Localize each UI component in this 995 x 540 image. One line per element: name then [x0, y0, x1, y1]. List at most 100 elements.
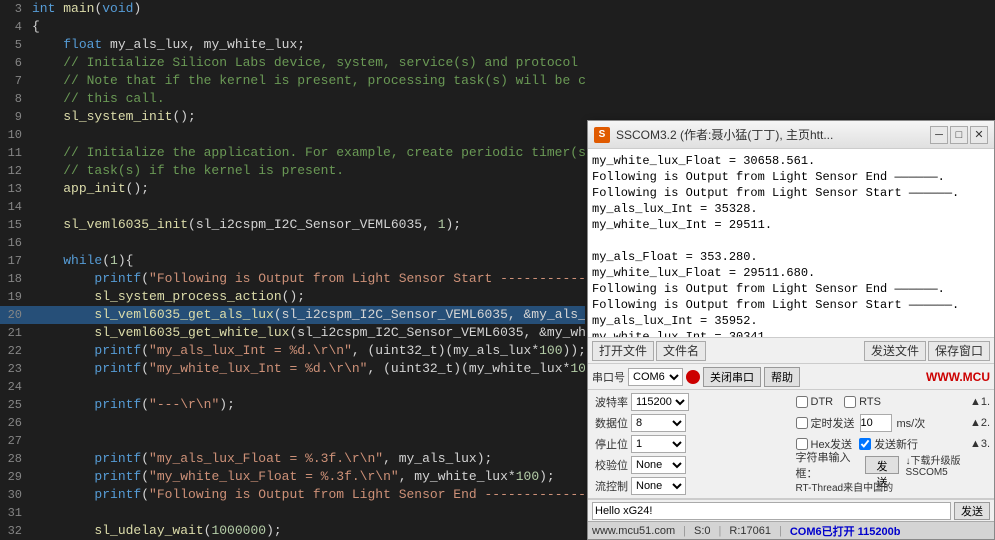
parity-select[interactable]: None — [631, 456, 686, 474]
serial-output-line: my_als_lux_Int = 35328. — [592, 201, 990, 217]
rtthread-label: RT-Thread来自中国的 — [796, 479, 894, 494]
send-file-button[interactable]: 发送文件 — [864, 341, 926, 361]
line-content: sl_system_init(); — [28, 108, 585, 126]
file-name-button[interactable]: 文件名 — [656, 341, 706, 361]
charframe-row: 字符串输入框： 发送 ↓下载升级版SSCOM5 — [796, 455, 991, 475]
stop-select[interactable]: 1 — [631, 435, 686, 453]
timer-input[interactable] — [860, 414, 892, 432]
serial-output-line: my_white_lux_Int = 29511. — [592, 217, 990, 233]
line-number: 8 — [0, 90, 28, 108]
line-number: 9 — [0, 108, 28, 126]
code-line: 15 sl_veml6035_init(sl_i2cspm_I2C_Sensor… — [0, 216, 585, 234]
line-content: while(1){ — [28, 252, 585, 270]
close-port-button[interactable]: 关闭串口 — [703, 367, 761, 387]
stop-label: 停止位 — [592, 436, 628, 452]
serial-output-line: Following is Output from Light Sensor St… — [592, 297, 990, 313]
line-number: 19 — [0, 288, 28, 306]
line-number: 17 — [0, 252, 28, 270]
line-number: 24 — [0, 378, 28, 396]
serial-output[interactable]: my_white_lux_Float = 30658.561. Following… — [588, 149, 994, 338]
code-line: 17 while(1){ — [0, 252, 585, 270]
help-button[interactable]: 帮助 — [764, 367, 800, 387]
serial-output-line: my_white_lux_Float = 30658.561. — [592, 153, 990, 169]
rtthread-row: RT-Thread来自中国的 — [796, 476, 991, 496]
status-s: S:0 — [694, 525, 711, 537]
line-number: 21 — [0, 324, 28, 342]
line-content: printf("---\r\n"); — [28, 396, 585, 414]
code-line: 23 printf("my_white_lux_Int = %d.\r\n", … — [0, 360, 585, 378]
line-number: 3 — [0, 0, 28, 18]
status-sep-2: | — [719, 525, 722, 537]
status-url: www.mcu51.com — [592, 525, 675, 537]
line-number: 15 — [0, 216, 28, 234]
restore-button[interactable]: □ — [950, 126, 968, 144]
line-content: // Initialize Silicon Labs device, syste… — [28, 54, 585, 72]
line-content: printf("my_als_lux_Float = %.3f.\r\n", m… — [28, 450, 585, 468]
status-indicator — [686, 370, 700, 384]
code-line: 22 printf("my_als_lux_Int = %d.\r\n", (u… — [0, 342, 585, 360]
data-select[interactable]: 8 — [631, 414, 686, 432]
open-file-button[interactable]: 打开文件 — [592, 341, 654, 361]
code-line: 10 — [0, 126, 585, 144]
serial-output-line: Following is Output from Light Sensor St… — [592, 185, 990, 201]
timer-unit: ms/次 — [897, 415, 926, 431]
minimize-button[interactable]: ─ — [930, 126, 948, 144]
timer-checkbox[interactable] — [796, 417, 808, 429]
line-content: // Initialize the application. For examp… — [28, 144, 585, 162]
serial-output-line — [592, 233, 990, 249]
code-line: 5 float my_als_lux, my_white_lux; — [0, 36, 585, 54]
status-sep-1: | — [683, 525, 686, 537]
line-content: // this call. — [28, 90, 585, 108]
code-line: 18 printf("Following is Output from Ligh… — [0, 270, 585, 288]
rts-checkbox[interactable] — [844, 396, 856, 408]
dtr-row: DTR RTS ▲1. — [796, 392, 991, 412]
timer-row: 定时发送 ms/次 ▲2. — [796, 413, 991, 433]
data-row: 数据位 8 — [592, 413, 791, 433]
save-window-button[interactable]: 保存窗口 — [928, 341, 990, 361]
close-button[interactable]: ✕ — [970, 126, 988, 144]
code-editor: 3int main(void)4{5 float my_als_lux, my_… — [0, 0, 585, 540]
right-panel-1: ▲1. — [970, 396, 990, 408]
line-content — [28, 234, 585, 252]
char-send-button[interactable]: 发送 — [865, 456, 898, 474]
stop-row: 停止位 1 — [592, 434, 791, 454]
com-status: COM6已打开 115200b — [790, 523, 901, 539]
dtr-checkbox[interactable] — [796, 396, 808, 408]
code-line: 6 // Initialize Silicon Labs device, sys… — [0, 54, 585, 72]
serial-icon: S — [594, 127, 610, 143]
code-line: 21 sl_veml6035_get_white_lux(sl_i2cspm_I… — [0, 324, 585, 342]
status-r: R:17061 — [729, 525, 771, 537]
serial-input-field[interactable] — [592, 502, 951, 520]
line-number: 13 — [0, 180, 28, 198]
line-content: { — [28, 18, 585, 36]
port-select[interactable]: COM6 — [628, 368, 683, 386]
line-content: // Note that if the kernel is present, p… — [28, 72, 585, 90]
code-line: 8 // this call. — [0, 90, 585, 108]
serial-output-line: my_white_lux_Float = 29511.680. — [592, 265, 990, 281]
line-content: sl_veml6035_init(sl_i2cspm_I2C_Sensor_VE… — [28, 216, 585, 234]
serial-input-row: 发送 — [588, 499, 994, 521]
line-content: sl_system_process_action(); — [28, 288, 585, 306]
flow-label: 流控制 — [592, 478, 628, 494]
line-number: 11 — [0, 144, 28, 162]
line-number: 30 — [0, 486, 28, 504]
upgrade-label: ↓下载升级版SSCOM5 — [906, 452, 990, 478]
status-sep-3: | — [779, 525, 782, 537]
serial-monitor-window: S SSCOM3.2 (作者:聂小猛(丁丁), 主页htt... ─ □ ✕ m… — [587, 120, 995, 540]
line-content: printf("Following is Output from Light S… — [28, 486, 585, 504]
line-number: 14 — [0, 198, 28, 216]
code-line: 31 — [0, 504, 585, 522]
serial-send-button[interactable]: 发送 — [954, 502, 990, 520]
line-content: int main(void) — [28, 0, 585, 18]
newline-label: 发送新行 — [874, 436, 918, 452]
flow-row: 流控制 None — [592, 476, 791, 496]
baud-select[interactable]: 115200 — [631, 393, 689, 411]
code-line: 20 sl_veml6035_get_als_lux(sl_i2cspm_I2C… — [0, 306, 585, 324]
line-number: 31 — [0, 504, 28, 522]
line-number: 25 — [0, 396, 28, 414]
parity-label: 校验位 — [592, 457, 628, 473]
serial-output-line: my_als_Float = 353.280. — [592, 249, 990, 265]
line-content: float my_als_lux, my_white_lux; — [28, 36, 585, 54]
flow-select[interactable]: None — [631, 477, 686, 495]
code-line: 27 — [0, 432, 585, 450]
